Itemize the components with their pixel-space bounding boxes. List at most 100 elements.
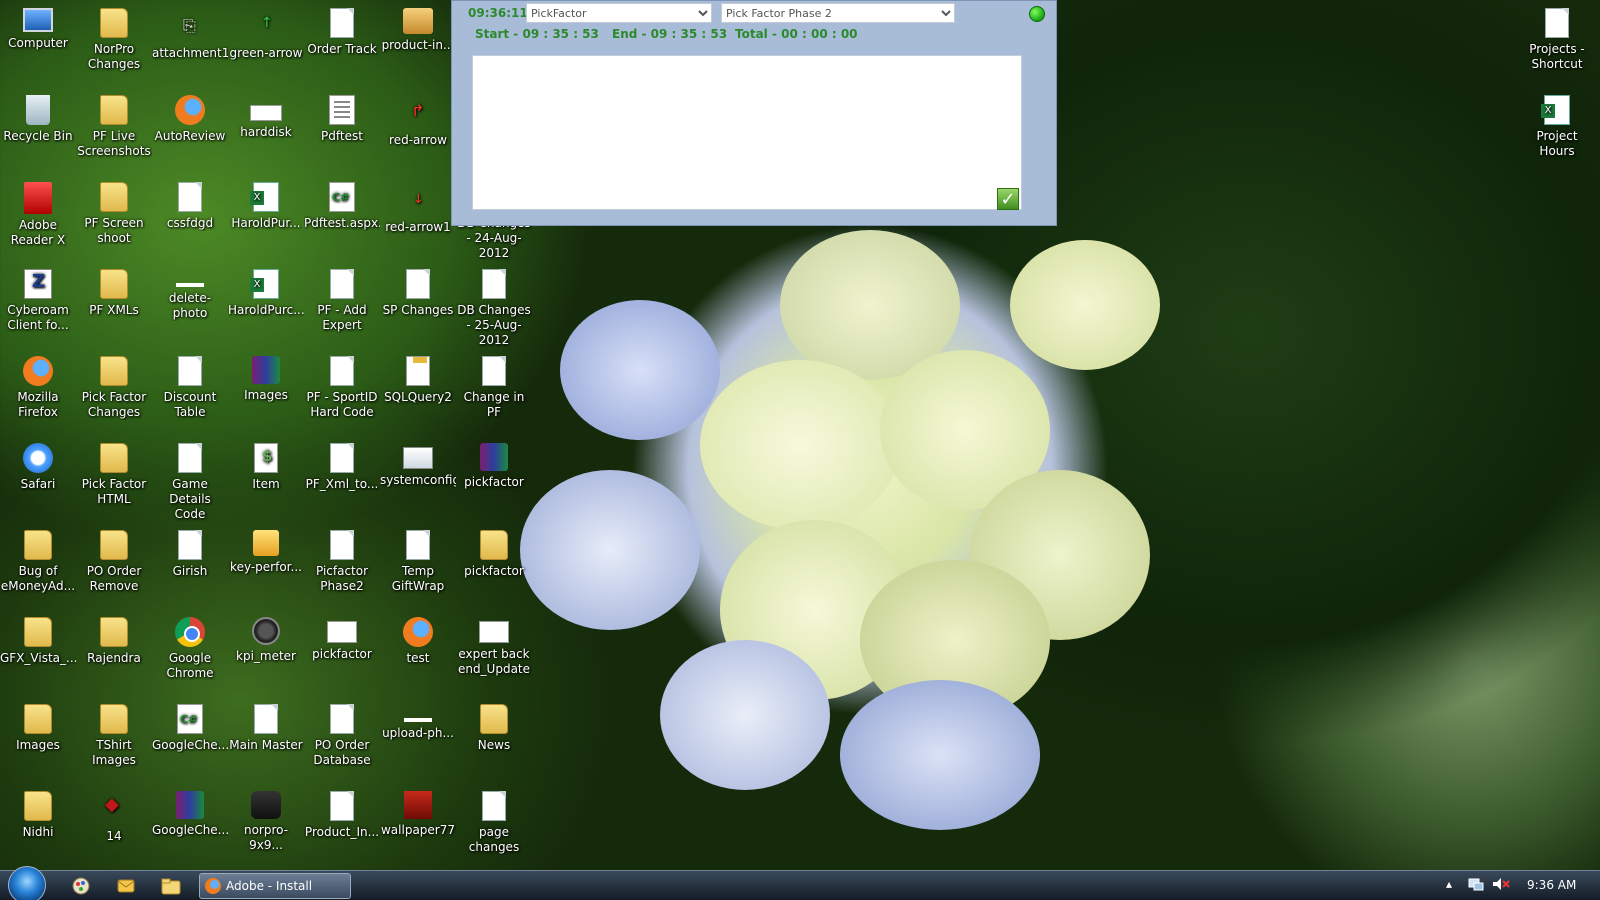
- desktop-icon-pf-xml-to[interactable]: PF_Xml_to...: [304, 439, 380, 523]
- desktop-icon-recycle-bin[interactable]: Recycle Bin: [0, 91, 76, 175]
- desktop-icon-pick-factor-html[interactable]: Pick Factor HTML: [76, 439, 152, 523]
- desktop-icon-temp-giftwrap[interactable]: Temp GiftWrap: [380, 526, 456, 610]
- desktop-icon-tshirt-images[interactable]: TShirt Images: [76, 700, 152, 784]
- desktop-icon-news[interactable]: News: [456, 700, 532, 784]
- desktop-icon-projects-shortcut[interactable]: Projects - Shortcut: [1519, 4, 1595, 88]
- desktop-icon-pf-sportid[interactable]: PF - SportID Hard Code: [304, 352, 380, 436]
- network-icon[interactable]: [1468, 877, 1484, 894]
- desktop-icon-rajendra[interactable]: Rajendra: [76, 613, 152, 697]
- mail-icon[interactable]: [115, 875, 137, 897]
- attachment-icon: [173, 8, 207, 42]
- taskbar-task-adobe[interactable]: Adobe - Install Adob...: [199, 873, 351, 899]
- desktop-icon-safari[interactable]: Safari: [0, 439, 76, 523]
- folder-icon: [100, 182, 128, 212]
- desktop-icon-computer[interactable]: Computer: [0, 4, 76, 88]
- desktop-icon-mozilla-firefox[interactable]: Mozilla Firefox: [0, 352, 76, 436]
- desktop-icon-norpro-9x9[interactable]: norpro-9x9...: [228, 787, 304, 871]
- excel-icon: [250, 182, 279, 212]
- desktop-icon-product-in-doc[interactable]: Product_In...: [304, 787, 380, 871]
- desktop-icon-main-master[interactable]: Main Master: [228, 700, 304, 784]
- desktop-icon-product-in[interactable]: product-in...: [380, 4, 456, 88]
- desktop-icon-googleche-rar[interactable]: GoogleChe...: [152, 787, 228, 871]
- desktop-icon-autoreview[interactable]: AutoReview: [152, 91, 228, 175]
- desktop-icon-po-order-database[interactable]: PO Order Database: [304, 700, 380, 784]
- show-hidden-icons-icon[interactable]: ▴: [1446, 877, 1452, 891]
- status-indicator-icon[interactable]: [1029, 6, 1045, 22]
- desktop-icon-order-track[interactable]: Order Track: [304, 4, 380, 88]
- desktop-icon-harddisk[interactable]: harddisk: [228, 91, 304, 175]
- desktop-icon-upload-ph[interactable]: upload-ph...: [380, 700, 456, 784]
- checkmark-icon: ✓: [1000, 189, 1016, 210]
- taskbar-clock[interactable]: 9:36 AM: [1527, 878, 1576, 892]
- desktop-icon-game-details-code[interactable]: Game Details Code: [152, 439, 228, 523]
- desktop-icon-sqlquery2[interactable]: SQLQuery2: [380, 352, 456, 436]
- desktop-icon-pf-live-screenshots[interactable]: PF Live Screenshots: [76, 91, 152, 175]
- desktop-icon-delete-photo[interactable]: delete-photo: [152, 265, 228, 349]
- phase-select[interactable]: Pick Factor Phase 2: [721, 3, 955, 23]
- package-icon: [403, 8, 433, 34]
- document-icon: [330, 356, 354, 386]
- desktop-icon-cssfdgd[interactable]: cssfdgd: [152, 178, 228, 262]
- folder-icon: [100, 95, 128, 125]
- folder-icon: [100, 617, 128, 647]
- desktop-icon-change-in-pf[interactable]: Change in PF: [456, 352, 532, 436]
- explorer-folder-icon[interactable]: [160, 875, 182, 897]
- desktop-icon-pick-factor-changes[interactable]: Pick Factor Changes: [76, 352, 152, 436]
- desktop-icon-images-folder[interactable]: Images: [0, 700, 76, 784]
- desktop-icon-images-rar[interactable]: Images: [228, 352, 304, 436]
- desktop-icon-picfactor-phase2[interactable]: Picfactor Phase2: [304, 526, 380, 610]
- desktop-icon-pdftest-aspx[interactable]: Pdftest.aspx...: [304, 178, 380, 262]
- desktop-icon-attachment1[interactable]: attachment1: [152, 4, 228, 88]
- desktop-icon-page-changes[interactable]: page changes: [456, 787, 532, 871]
- desktop-icon-systemconfig[interactable]: systemconfig: [380, 439, 456, 523]
- desktop-icon-google-chrome[interactable]: Google Chrome: [152, 613, 228, 697]
- paint-icon[interactable]: [70, 875, 92, 897]
- desktop-icon-test[interactable]: test: [380, 613, 456, 697]
- end-time: End - 09 : 35 : 53: [612, 27, 728, 41]
- desktop-icon-bug-emoney[interactable]: Bug of eMoneyAd...: [0, 526, 76, 610]
- desktop-icon-wallpaper77[interactable]: wallpaper77: [380, 787, 456, 871]
- desktop-icon-haroldpur[interactable]: HaroldPur...: [228, 178, 304, 262]
- folder-icon: [100, 8, 128, 38]
- desktop-icon-item[interactable]: Item: [228, 439, 304, 523]
- red-arrow-icon: [401, 95, 435, 129]
- desktop-icon-po-order-remove[interactable]: PO Order Remove: [76, 526, 152, 610]
- desktop-icon-pickfactor-rar[interactable]: pickfactor: [456, 439, 532, 523]
- document-icon: [178, 443, 202, 473]
- desktop-icon-sp-changes[interactable]: SP Changes: [380, 265, 456, 349]
- desktop-icon-pdftest[interactable]: Pdftest: [304, 91, 380, 175]
- document-icon: [178, 182, 202, 212]
- folder-icon: [100, 356, 128, 386]
- desktop-icon-expert-backend[interactable]: expert back end_Update: [456, 613, 532, 697]
- desktop-icon-discount-table[interactable]: Discount Table: [152, 352, 228, 436]
- desktop-icon-red-arrow1[interactable]: red-arrow1: [380, 178, 456, 262]
- document-icon: [329, 95, 355, 125]
- red-arrow-icon: [401, 182, 435, 216]
- desktop-icon-pickfactor-folder[interactable]: pickfactor: [456, 526, 532, 610]
- desktop-icon-adobe-reader[interactable]: Adobe Reader X: [0, 178, 76, 262]
- desktop-icon-pf-add-expert[interactable]: PF - Add Expert: [304, 265, 380, 349]
- start-button[interactable]: [8, 866, 46, 900]
- desktop-icon-kpi-meter[interactable]: kpi_meter: [228, 613, 304, 697]
- desktop-icon-googleche-cs[interactable]: GoogleChe...: [152, 700, 228, 784]
- desktop-icon-pf-xmls[interactable]: PF XMLs: [76, 265, 152, 349]
- desktop-icon-haroldpurc[interactable]: HaroldPurc...: [228, 265, 304, 349]
- desktop-icon-gfx-vista[interactable]: GFX_Vista_...: [0, 613, 76, 697]
- notes-textarea[interactable]: [472, 55, 1022, 210]
- desktop-icon-norpro-changes[interactable]: NorPro Changes: [76, 4, 152, 88]
- desktop-icon-14[interactable]: 14: [76, 787, 152, 871]
- config-icon: [403, 447, 433, 469]
- desktop-icon-pf-screen-shoot[interactable]: PF Screen shoot: [76, 178, 152, 262]
- desktop-icon-cyberoam[interactable]: Cyberoam Client fo...: [0, 265, 76, 349]
- submit-checkmark-button[interactable]: ✓: [997, 188, 1019, 210]
- volume-muted-icon[interactable]: [1492, 877, 1510, 894]
- desktop-icon-green-arrow[interactable]: green-arrow: [228, 4, 304, 88]
- project-select[interactable]: PickFactor: [526, 3, 712, 23]
- desktop-icon-project-hours[interactable]: Project Hours: [1519, 91, 1595, 175]
- desktop-icon-girish[interactable]: Girish: [152, 526, 228, 610]
- desktop-icon-red-arrow[interactable]: red-arrow: [380, 91, 456, 175]
- desktop-icon-db-changes-25[interactable]: DB Changes - 25-Aug-2012: [456, 265, 532, 349]
- desktop-icon-key-perfor[interactable]: key-perfor...: [228, 526, 304, 610]
- desktop-icon-pickfactor-image[interactable]: pickfactor: [304, 613, 380, 697]
- desktop-icon-nidhi[interactable]: Nidhi: [0, 787, 76, 871]
